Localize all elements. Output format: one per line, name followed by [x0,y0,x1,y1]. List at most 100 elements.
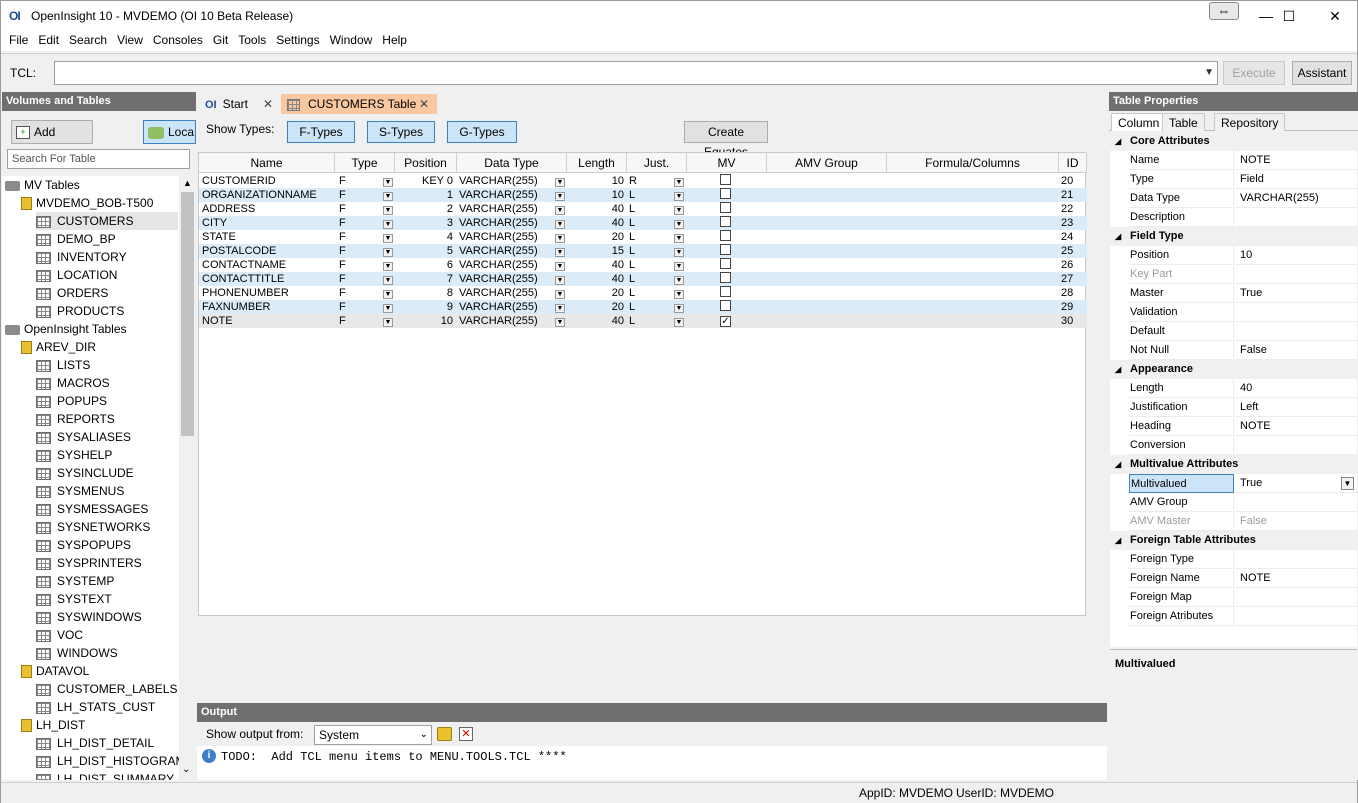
tree-scroll-thumb[interactable] [181,192,194,436]
mv-checkbox[interactable]: ✓ [720,316,731,327]
property-row[interactable]: AMV Master False [1110,512,1357,531]
column-header[interactable]: Just. [627,153,687,173]
tree-item[interactable]: OpenInsight Tables [5,320,127,338]
menu-file[interactable]: File [4,31,33,49]
tree-scrollbar[interactable]: ▲ ⌄ [179,176,196,780]
dropdown-arrow-icon[interactable]: ▼ [674,192,684,201]
menu-search[interactable]: Search [64,31,112,49]
tree-item[interactable]: PRODUCTS [36,302,124,320]
execute-button[interactable]: Execute [1223,61,1285,85]
tree-item[interactable]: MVDEMO_BOB-T500 [21,194,153,212]
mv-checkbox[interactable] [720,258,731,269]
create-equates-button[interactable]: Create Equates [684,121,768,159]
column-header[interactable]: Formula/Columns [887,153,1059,173]
property-row[interactable]: Name NOTE [1110,151,1357,170]
property-row[interactable]: Type Field [1110,170,1357,189]
dropdown-arrow-icon[interactable]: ▼ [383,304,393,313]
menu-window[interactable]: Window [325,31,378,49]
menu-git[interactable]: Git [208,31,233,49]
menu-tools[interactable]: Tools [233,31,271,49]
clear-output-icon[interactable]: ✕ [459,727,473,741]
property-row[interactable]: Multivalued True ▼ [1110,474,1357,493]
mv-checkbox[interactable] [720,202,731,213]
property-row[interactable]: Heading NOTE [1110,417,1357,436]
collapse-triangle-icon[interactable]: ◢ [1115,132,1121,151]
property-row[interactable]: Key Part [1110,265,1357,284]
property-row[interactable]: Data Type VARCHAR(255) [1110,189,1357,208]
dropdown-arrow-icon[interactable]: ▼ [555,178,565,187]
add-tables-button[interactable]: +Add Tables [11,120,93,161]
property-row[interactable]: Validation [1110,303,1357,322]
menu-view[interactable]: View [112,31,148,49]
property-row[interactable]: Conversion [1110,436,1357,455]
tree-item[interactable]: SYSTEMP [36,572,114,590]
tree-item[interactable]: SYSINCLUDE [36,464,134,482]
scroll-up-icon[interactable]: ▲ [183,178,192,188]
collapse-triangle-icon[interactable]: ◢ [1115,360,1121,379]
dropdown-arrow-icon[interactable]: ▼ [555,206,565,215]
tree-item[interactable]: DEMO_BP [36,230,116,248]
tree-item[interactable]: SYSPRINTERS [36,554,142,572]
property-row[interactable]: Length 40 [1110,379,1357,398]
property-row[interactable]: Not Null False [1110,341,1357,360]
dropdown-arrow-icon[interactable]: ▼ [674,290,684,299]
tree-item[interactable]: DATAVOL [21,662,89,680]
menu-consoles[interactable]: Consoles [148,31,208,49]
close-button[interactable]: ✕ [1312,1,1358,31]
table-row[interactable]: STATE F ▼ 4 VARCHAR(255) ▼ 20 L ▼ 24 [199,230,1087,244]
s-types-button[interactable]: S-Types [367,121,435,143]
menu-settings[interactable]: Settings [271,31,324,49]
tree-item[interactable]: LH_DIST_SUMMARY [36,770,174,780]
property-row[interactable]: AMV Group [1110,493,1357,512]
tree-item[interactable]: LH_DIST_DETAIL [36,734,154,752]
dropdown-arrow-icon[interactable]: ▼ [555,318,565,327]
dropdown-arrow-icon[interactable]: ▼ [555,262,565,271]
tree-item[interactable]: INVENTORY [36,248,127,266]
table-row[interactable]: NOTE F ▼ 10 VARCHAR(255) ▼ 40 L ▼ ✓ 30 [199,314,1087,328]
tab-start[interactable]: OI Start ✕ [199,94,279,114]
column-header[interactable]: Name [199,153,335,173]
collapse-triangle-icon[interactable]: ◢ [1115,531,1121,550]
tree-item[interactable]: SYSWINDOWS [36,608,142,626]
locate-button[interactable]: Loca [143,120,196,144]
tab-column[interactable]: Column [1111,113,1167,131]
dropdown-arrow-icon[interactable]: ▼ [674,248,684,257]
mv-checkbox[interactable] [720,230,731,241]
tree-item[interactable]: SYSMENUS [36,482,124,500]
tab-customers-table[interactable]: CUSTOMERS Table ✕ [281,94,437,114]
table-row[interactable]: POSTALCODE F ▼ 5 VARCHAR(255) ▼ 15 L ▼ 25 [199,244,1087,258]
dropdown-arrow-icon[interactable]: ▼ [383,318,393,327]
tree-item[interactable]: LH_DIST_HISTOGRAM [36,752,179,770]
tree-item[interactable]: LOCATION [36,266,117,284]
property-row[interactable]: Description [1110,208,1357,227]
scroll-down-icon[interactable]: ⌄ [182,764,190,775]
mv-checkbox[interactable] [720,272,731,283]
property-row[interactable]: Justification Left [1110,398,1357,417]
table-row[interactable]: CUSTOMERID F ▼ KEY 0 VARCHAR(255) ▼ 10 R ▼ 20 [199,174,1087,188]
chevron-down-icon[interactable]: ⌄ [420,726,428,744]
mv-checkbox[interactable] [720,244,731,255]
tree-item[interactable]: LISTS [36,356,90,374]
close-tab-icon[interactable]: ✕ [419,94,429,114]
dropdown-arrow-icon[interactable]: ▼ [383,178,393,187]
table-row[interactable]: PHONENUMBER F ▼ 8 VARCHAR(255) ▼ 20 L ▼ 28 [199,286,1087,300]
column-header[interactable]: Type [335,153,395,173]
f-types-button[interactable]: F-Types [287,121,355,143]
dropdown-arrow-icon[interactable]: ▼ [383,206,393,215]
column-header[interactable]: ID [1059,153,1087,173]
tree-item[interactable]: LH_STATS_CUST [36,698,155,716]
tree-item[interactable]: SYSPOPUPS [36,536,131,554]
refresh-output-icon[interactable] [437,727,452,741]
column-header[interactable]: Length [567,153,627,173]
tree-item[interactable]: MACROS [36,374,110,392]
dropdown-arrow-icon[interactable]: ▼ [383,290,393,299]
column-header[interactable]: Data Type [457,153,567,173]
table-row[interactable]: CITY F ▼ 3 VARCHAR(255) ▼ 40 L ▼ 23 [199,216,1087,230]
dropdown-arrow-icon[interactable]: ▼ [555,290,565,299]
dropdown-arrow-icon[interactable]: ▼ [674,304,684,313]
dropdown-arrow-icon[interactable]: ▼ [383,220,393,229]
property-row[interactable]: Master True [1110,284,1357,303]
output-source-select[interactable]: System ⌄ [314,725,432,745]
assistant-button[interactable]: Assistant [1292,61,1352,85]
mv-checkbox[interactable] [720,216,731,227]
